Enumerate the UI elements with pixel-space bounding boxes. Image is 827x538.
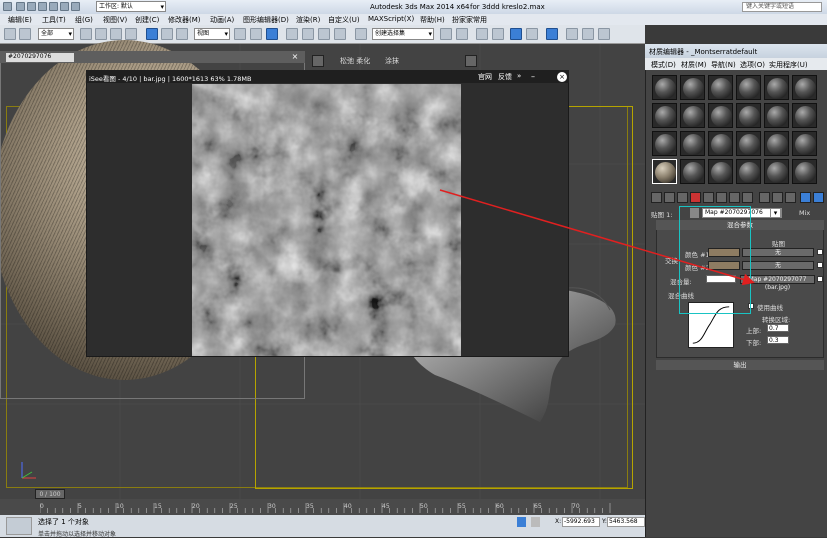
annotation-arrow — [439, 189, 755, 286]
